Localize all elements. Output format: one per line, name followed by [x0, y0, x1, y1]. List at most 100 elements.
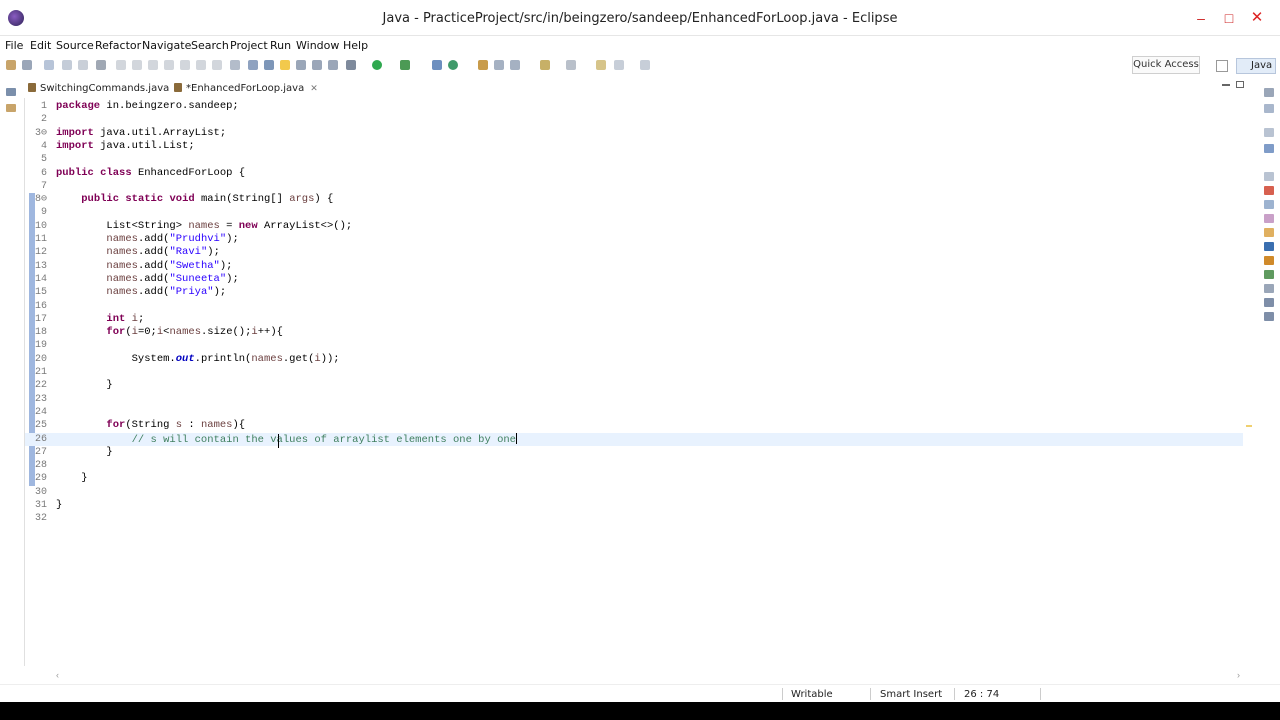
print-icon[interactable] [78, 60, 88, 70]
progress-icon[interactable] [1264, 256, 1274, 265]
save-all-icon[interactable] [62, 60, 72, 70]
restore-lower-icon[interactable] [1264, 172, 1274, 181]
code-line[interactable]: 1 package in.beingzero.sandeep; [25, 100, 1243, 113]
menu-run[interactable]: Run [270, 39, 291, 52]
step-into-icon[interactable] [180, 60, 190, 70]
debug-icon[interactable] [346, 60, 356, 70]
close-tab-icon[interactable]: ✕ [310, 84, 318, 94]
new-java-class-icon[interactable] [478, 60, 488, 70]
call-hierarchy-icon[interactable] [1264, 270, 1274, 279]
code-line[interactable]: 8⊖ public static void main(String[] args… [25, 193, 1243, 206]
code-line[interactable]: 27 } [25, 446, 1243, 459]
hierarchy-icon[interactable] [1264, 144, 1274, 153]
last-edit-location-icon[interactable] [596, 60, 606, 70]
menu-help[interactable]: Help [343, 39, 368, 52]
toggle-mark-occurrences-icon[interactable] [280, 60, 290, 70]
debug-view-icon[interactable] [1264, 298, 1274, 307]
restore-icon[interactable] [6, 88, 16, 96]
maximize-button[interactable]: □ [1214, 8, 1244, 30]
restore-icon[interactable] [1264, 88, 1274, 97]
code-line[interactable]: 6 public class EnhancedForLoop { [25, 167, 1243, 180]
menu-search[interactable]: Search [191, 39, 229, 52]
code-line[interactable]: 13 names.add("Swetha"); [25, 260, 1243, 273]
menu-project[interactable]: Project [230, 39, 268, 52]
code-editor[interactable]: 1 package in.beingzero.sandeep; 2 3⊖ import … [24, 98, 1243, 666]
tab-enhanced-for-loop[interactable]: *EnhancedForLoop.java ✕ [174, 80, 318, 98]
code-line[interactable]: 30 [25, 486, 1243, 499]
word-wrap-icon[interactable] [328, 60, 338, 70]
horizontal-scrollbar[interactable]: ‹ › [56, 670, 1240, 680]
declaration-icon[interactable] [1264, 214, 1274, 223]
code-line[interactable]: 17 int i; [25, 313, 1243, 326]
dropdown-icon[interactable] [22, 60, 32, 70]
code-line[interactable]: 4 import java.util.List; [25, 140, 1243, 153]
console-icon[interactable] [1264, 242, 1274, 251]
menu-source[interactable]: Source [56, 39, 94, 52]
menu-refactor[interactable]: Refactor [95, 39, 141, 52]
problems-icon[interactable] [1264, 186, 1274, 195]
code-line[interactable]: 28 [25, 459, 1243, 472]
maximize-editor-icon[interactable] [1236, 81, 1244, 88]
code-line[interactable]: 21 [25, 366, 1243, 379]
code-line[interactable]: 31} [25, 499, 1243, 512]
menu-window[interactable]: Window [296, 39, 339, 52]
close-button[interactable]: ✕ [1242, 8, 1272, 30]
history-icon[interactable] [1264, 284, 1274, 293]
menu-edit[interactable]: Edit [30, 39, 51, 52]
code-line[interactable]: 2 [25, 113, 1243, 126]
scroll-right-icon[interactable]: › [1237, 670, 1240, 680]
skip-breakpoints-icon[interactable] [96, 60, 106, 70]
code-line[interactable]: 14 names.add("Suneeta"); [25, 273, 1243, 286]
run-icon[interactable] [372, 60, 382, 70]
overview-warning-marker[interactable] [1246, 425, 1252, 427]
code-line[interactable]: 16 [25, 300, 1243, 313]
menu-file[interactable]: File [5, 39, 23, 52]
menu-navigate[interactable]: Navigate [142, 39, 191, 52]
block-selection-icon[interactable] [312, 60, 322, 70]
terminate-icon[interactable] [148, 60, 158, 70]
code-line[interactable]: 15 names.add("Priya"); [25, 286, 1243, 299]
resume-icon[interactable] [116, 60, 126, 70]
minimize-editor-icon[interactable] [1222, 84, 1230, 86]
new-icon[interactable] [6, 60, 16, 70]
run-external-tools-icon[interactable] [400, 60, 410, 70]
variables-icon[interactable] [1264, 312, 1274, 321]
package-explorer-icon[interactable] [6, 104, 16, 112]
save-icon[interactable] [44, 60, 54, 70]
search-icon[interactable] [510, 60, 520, 70]
minimize-button[interactable]: – [1186, 8, 1216, 30]
next-annotation-icon[interactable] [540, 60, 550, 70]
step-return-icon[interactable] [212, 60, 222, 70]
java-perspective-button[interactable]: Java [1236, 58, 1276, 74]
code-line[interactable]: 11 names.add("Prudhvi"); [25, 233, 1243, 246]
use-step-filters-icon[interactable] [248, 60, 258, 70]
code-line[interactable]: 12 names.add("Ravi"); [25, 246, 1243, 259]
code-line[interactable]: 26 // s will contain the values of array… [25, 432, 1243, 446]
open-type-icon[interactable] [494, 60, 504, 70]
open-perspective-icon[interactable] [1216, 60, 1228, 72]
previous-annotation-icon[interactable] [566, 60, 576, 70]
drop-to-frame-icon[interactable] [230, 60, 240, 70]
code-line[interactable]: 25 for(String s : names){ [25, 419, 1243, 432]
suspend-icon[interactable] [132, 60, 142, 70]
code-line[interactable]: 20 System.out.println(names.get(i)); [25, 353, 1243, 366]
code-line[interactable]: 3⊖ import java.util.ArrayList; [25, 127, 1243, 140]
search-view-icon[interactable] [1264, 228, 1274, 237]
quick-access-input[interactable]: Quick Access [1132, 56, 1200, 74]
code-line[interactable]: 32 [25, 512, 1243, 525]
code-line[interactable]: 23 [25, 393, 1243, 406]
new-java-package-icon[interactable] [448, 60, 458, 70]
code-line[interactable]: 22 } [25, 379, 1243, 392]
forward-icon[interactable] [640, 60, 650, 70]
code-line[interactable]: 5 [25, 153, 1243, 166]
overview-ruler[interactable] [1244, 98, 1254, 666]
show-whitespace-icon[interactable] [296, 60, 306, 70]
javadoc-icon[interactable] [1264, 200, 1274, 209]
tab-switching-commands[interactable]: SwitchingCommands.java [28, 80, 169, 98]
open-console-icon[interactable] [264, 60, 274, 70]
task-list-icon[interactable] [1264, 104, 1274, 113]
code-line[interactable]: 19 [25, 339, 1243, 352]
back-icon[interactable] [614, 60, 624, 70]
scroll-left-icon[interactable]: ‹ [56, 670, 59, 680]
outline-icon[interactable] [1264, 128, 1274, 137]
